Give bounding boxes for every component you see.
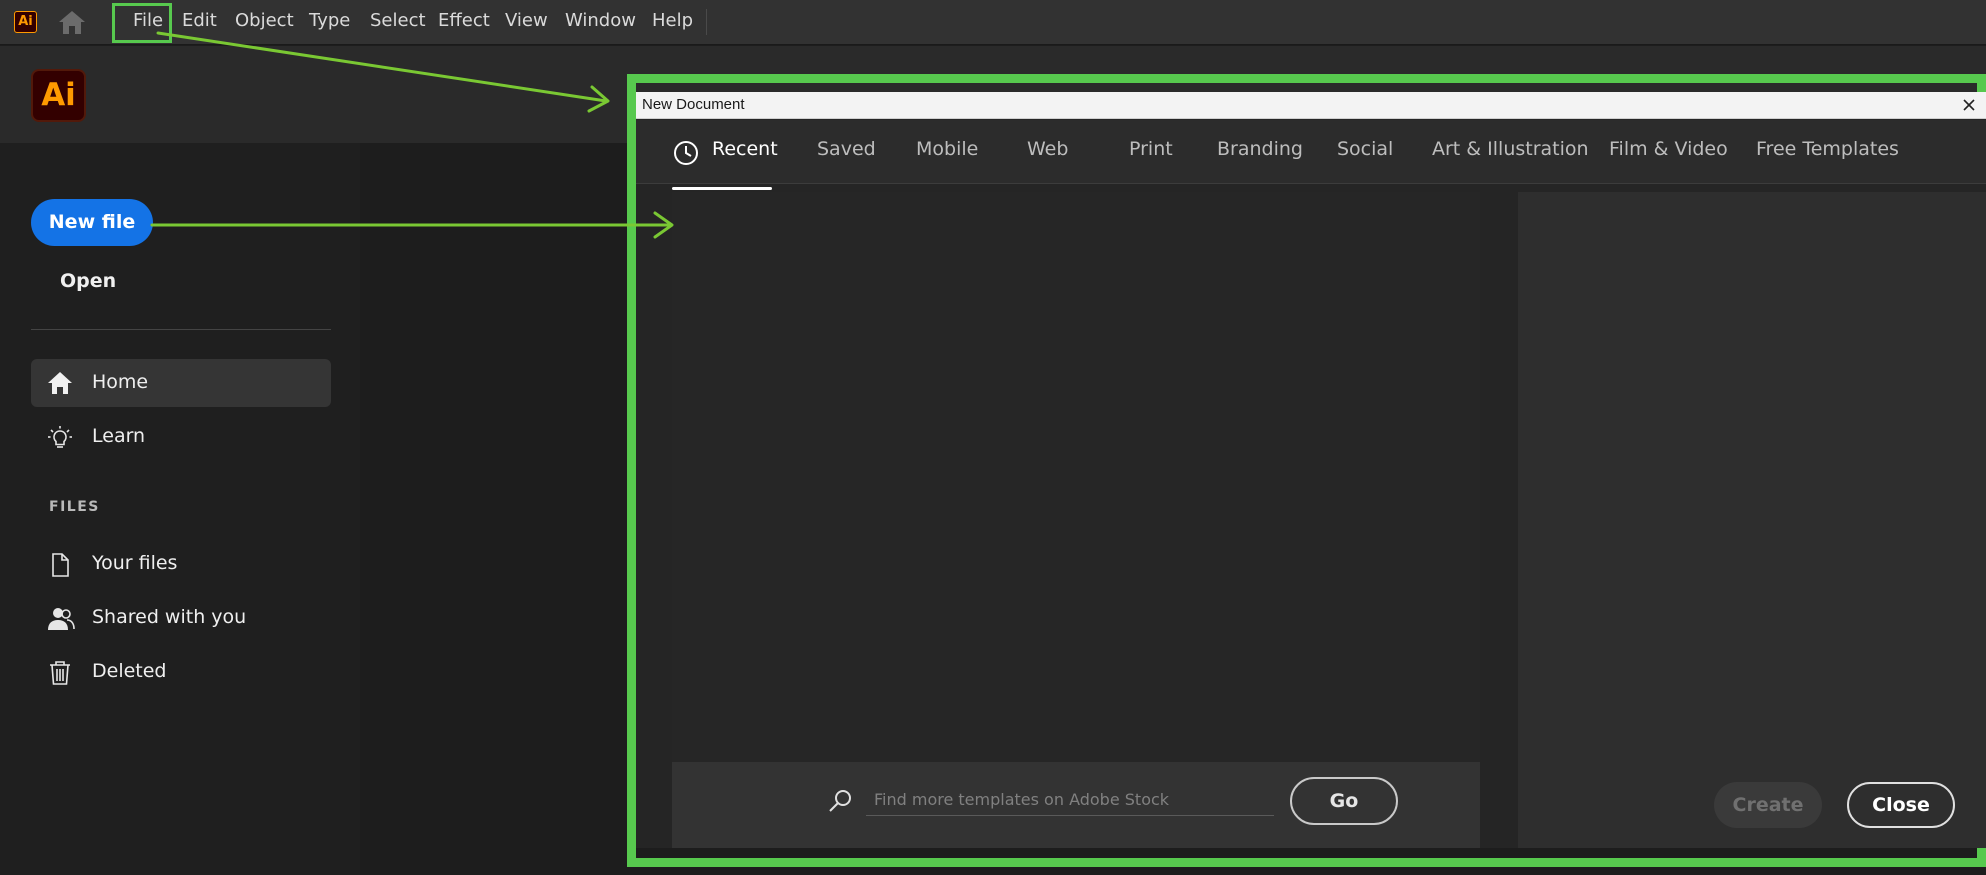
template-search-bar: Go [672,762,1480,848]
home-icon [47,371,73,395]
sidebar-item-deleted[interactable]: Deleted [31,648,331,696]
menu-window[interactable]: Window [565,10,636,31]
sidebar-item-label: Learn [92,425,146,447]
active-tab-indicator [672,187,772,190]
new-document-dialog: New Document Recent Saved Mobile Web Pri… [636,92,1986,848]
sidebar-item-learn[interactable]: Learn [31,413,331,461]
go-button[interactable]: Go [1290,777,1398,825]
close-button[interactable]: Close [1847,782,1955,828]
tab-web[interactable]: Web [1027,138,1068,160]
document-icon [47,552,73,577]
preset-tabs: Recent Saved Mobile Web Print Branding S… [636,120,1986,184]
tab-free-templates[interactable]: Free Templates [1756,138,1899,160]
tab-social[interactable]: Social [1337,138,1393,160]
sidebar-item-label: Shared with you [92,606,247,628]
tab-film-video[interactable]: Film & Video [1609,138,1728,160]
menu-effect[interactable]: Effect [438,10,490,31]
files-section-heading: FILES [49,499,100,515]
sidebar-item-your-files[interactable]: Your files [31,540,331,588]
tab-recent[interactable]: Recent [712,138,778,160]
search-icon [827,788,853,814]
app-icon: Ai [14,11,37,33]
menu-object[interactable]: Object [235,10,294,31]
menu-edit[interactable]: Edit [182,10,217,31]
sidebar-item-home[interactable]: Home [31,359,331,407]
preset-details-panel [1518,192,1986,848]
dialog-titlebar: New Document [636,92,1986,119]
tab-saved[interactable]: Saved [817,138,876,160]
close-icon[interactable] [1959,95,1979,115]
menu-view[interactable]: View [505,10,548,31]
menu-select[interactable]: Select [370,10,426,31]
template-search-input[interactable] [866,784,1274,816]
lightbulb-icon [47,425,73,449]
sidebar-divider [31,329,331,330]
menu-help[interactable]: Help [652,10,693,31]
sidebar-item-label: Home [92,371,149,393]
tab-art-illustration[interactable]: Art & Illustration [1432,138,1589,160]
illustrator-logo: Ai [31,69,86,122]
new-file-button[interactable]: New file [31,199,153,246]
recent-files-area [672,192,1480,848]
open-button[interactable]: Open [60,270,116,292]
tab-branding[interactable]: Branding [1217,138,1303,160]
users-icon [47,606,75,630]
sidebar-item-label: Deleted [92,660,167,682]
tab-mobile[interactable]: Mobile [916,138,978,160]
menu-separator [706,9,707,35]
file-menu-highlight [112,3,172,43]
menu-type[interactable]: Type [309,10,350,31]
sidebar-item-shared-with-you[interactable]: Shared with you [31,594,331,642]
trash-icon [47,660,73,685]
home-icon[interactable] [58,9,86,35]
dialog-title: New Document [642,96,745,113]
clock-icon [673,140,699,166]
create-button[interactable]: Create [1714,782,1822,828]
menu-bar: Ai File Edit Object Type Select Effect V… [0,0,1986,45]
sidebar-item-label: Your files [92,552,178,574]
tab-print[interactable]: Print [1129,138,1173,160]
